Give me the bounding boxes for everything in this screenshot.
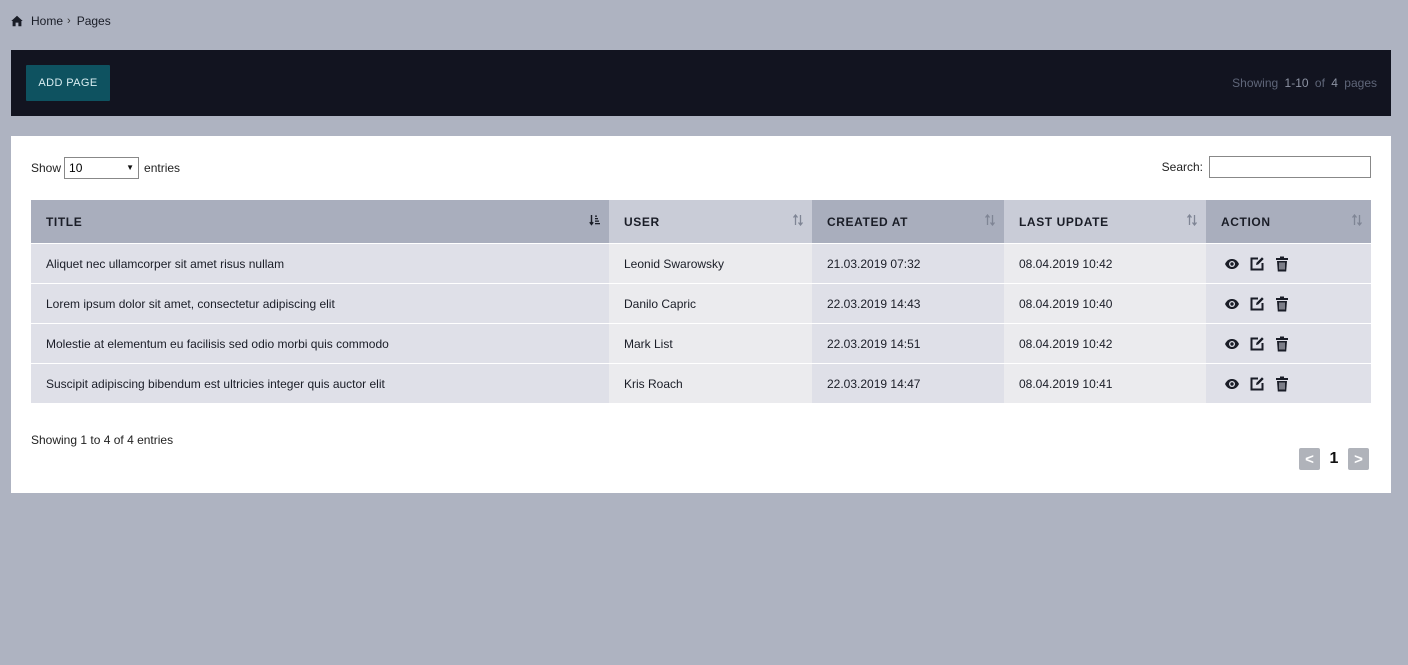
edit-icon[interactable] bbox=[1249, 376, 1265, 392]
cell-title: Aliquet nec ullamcorper sit amet risus n… bbox=[31, 243, 609, 284]
pages-total: 4 bbox=[1331, 76, 1338, 90]
home-icon bbox=[11, 15, 23, 27]
table-row: Suscipit adipiscing bibendum est ultrici… bbox=[31, 363, 1371, 404]
cell-action bbox=[1206, 243, 1371, 284]
entries-select[interactable]: 10 bbox=[64, 157, 140, 179]
next-page-button[interactable]: > bbox=[1348, 448, 1369, 470]
column-header-label: CREATED AT bbox=[827, 214, 909, 229]
page-number-button[interactable]: 1 bbox=[1325, 450, 1343, 468]
sort-icon bbox=[792, 214, 804, 226]
cell-user: Mark List bbox=[609, 323, 812, 364]
row-actions bbox=[1221, 336, 1371, 352]
pages-table-card: Show 10 ▼ entries Search: TITLE USER CRE… bbox=[11, 136, 1391, 493]
trash-icon[interactable] bbox=[1274, 376, 1290, 392]
row-actions bbox=[1221, 296, 1371, 312]
trash-icon[interactable] bbox=[1274, 336, 1290, 352]
cell-created-at: 22.03.2019 14:43 bbox=[812, 283, 1004, 324]
cell-user: Leonid Swarowsky bbox=[609, 243, 812, 284]
cell-created-at: 22.03.2019 14:47 bbox=[812, 363, 1004, 404]
cell-created-at: 21.03.2019 07:32 bbox=[812, 243, 1004, 284]
cell-last-update: 08.04.2019 10:42 bbox=[1004, 243, 1206, 284]
add-page-button[interactable]: ADD PAGE bbox=[26, 65, 110, 101]
table-row: Aliquet nec ullamcorper sit amet risus n… bbox=[31, 243, 1371, 284]
eye-icon[interactable] bbox=[1224, 376, 1240, 392]
row-actions bbox=[1221, 256, 1371, 272]
eye-icon[interactable] bbox=[1224, 256, 1240, 272]
trash-icon[interactable] bbox=[1274, 256, 1290, 272]
sort-icon bbox=[984, 214, 996, 226]
table-header-row: TITLE USER CREATED AT LAST UPDATE ACTION bbox=[31, 200, 1371, 244]
sort-icon bbox=[1186, 214, 1198, 226]
cell-action bbox=[1206, 283, 1371, 324]
column-header-created-at[interactable]: CREATED AT bbox=[812, 200, 1004, 244]
breadcrumb-current: Pages bbox=[76, 14, 111, 28]
of-label: of bbox=[1314, 76, 1325, 90]
edit-icon[interactable] bbox=[1249, 256, 1265, 272]
showing-range: 1-10 bbox=[1284, 76, 1309, 90]
cell-title: Molestie at elementum eu facilisis sed o… bbox=[31, 323, 609, 364]
pages-unit: pages bbox=[1344, 76, 1377, 90]
search-input[interactable] bbox=[1209, 156, 1371, 178]
column-header-user[interactable]: USER bbox=[609, 200, 812, 244]
column-header-label: ACTION bbox=[1221, 214, 1271, 229]
column-header-title[interactable]: TITLE bbox=[31, 200, 609, 244]
column-header-label: USER bbox=[624, 214, 660, 229]
search-control: Search: bbox=[1162, 156, 1371, 178]
sort-ascending-icon bbox=[589, 215, 600, 226]
cell-last-update: 08.04.2019 10:42 bbox=[1004, 323, 1206, 364]
cell-user: Danilo Capric bbox=[609, 283, 812, 324]
breadcrumb: Home › Pages bbox=[11, 13, 111, 29]
trash-icon[interactable] bbox=[1274, 296, 1290, 312]
edit-icon[interactable] bbox=[1249, 296, 1265, 312]
show-label: Show bbox=[31, 161, 62, 175]
cell-user: Kris Roach bbox=[609, 363, 812, 404]
column-header-action[interactable]: ACTION bbox=[1206, 200, 1371, 244]
pages-count-summary: Showing 1-10 of 4 pages bbox=[1229, 76, 1377, 90]
showing-label: Showing bbox=[1232, 76, 1279, 90]
breadcrumb-separator: › bbox=[67, 15, 71, 27]
search-label: Search: bbox=[1161, 160, 1203, 174]
cell-created-at: 22.03.2019 14:51 bbox=[812, 323, 1004, 364]
eye-icon[interactable] bbox=[1224, 296, 1240, 312]
edit-icon[interactable] bbox=[1249, 336, 1265, 352]
column-header-label: LAST UPDATE bbox=[1019, 214, 1109, 229]
cell-action bbox=[1206, 323, 1371, 364]
breadcrumb-home-link[interactable]: Home bbox=[31, 14, 63, 28]
column-header-label: TITLE bbox=[46, 214, 83, 229]
cell-action bbox=[1206, 363, 1371, 404]
table-info: Showing 1 to 4 of 4 entries bbox=[31, 433, 174, 447]
eye-icon[interactable] bbox=[1224, 336, 1240, 352]
previous-page-button[interactable]: < bbox=[1299, 448, 1320, 470]
cell-title: Suscipit adipiscing bibendum est ultrici… bbox=[31, 363, 609, 404]
cell-last-update: 08.04.2019 10:41 bbox=[1004, 363, 1206, 404]
row-actions bbox=[1221, 376, 1371, 392]
entries-length-control: Show 10 ▼ entries bbox=[31, 157, 180, 179]
pages-table: TITLE USER CREATED AT LAST UPDATE ACTION… bbox=[31, 200, 1371, 404]
toolbar: ADD PAGE Showing 1-10 of 4 pages bbox=[11, 50, 1391, 116]
cell-last-update: 08.04.2019 10:40 bbox=[1004, 283, 1206, 324]
sort-icon bbox=[1351, 214, 1363, 226]
table-row: Lorem ipsum dolor sit amet, consectetur … bbox=[31, 283, 1371, 324]
cell-title: Lorem ipsum dolor sit amet, consectetur … bbox=[31, 283, 609, 324]
pagination: < 1 > bbox=[1299, 448, 1369, 470]
entries-label: entries bbox=[144, 161, 181, 175]
table-row: Molestie at elementum eu facilisis sed o… bbox=[31, 323, 1371, 364]
column-header-last-update[interactable]: LAST UPDATE bbox=[1004, 200, 1206, 244]
